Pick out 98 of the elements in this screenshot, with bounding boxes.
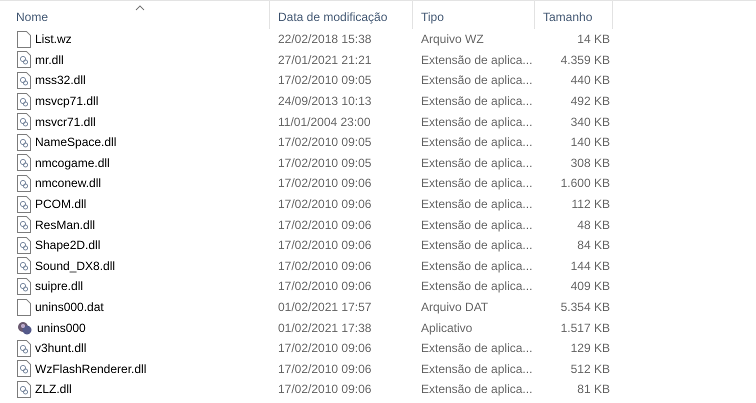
dll-file-icon (17, 380, 31, 398)
file-type: Extensão de aplica... (420, 258, 534, 273)
file-size: 48 KB (576, 218, 611, 232)
file-size: 308 KB (570, 156, 611, 170)
dll-file-icon (17, 236, 31, 254)
file-name[interactable]: ZLZ.dll (35, 382, 72, 396)
file-name[interactable]: Sound_DX8.dll (35, 258, 116, 273)
file-name[interactable]: List.wz (35, 32, 72, 46)
file-name[interactable]: unins000 (37, 320, 86, 335)
file-type: Extensão de aplica... (420, 382, 534, 396)
modified-date: 17/02/2010 09:06 (277, 341, 372, 356)
file-size: 409 KB (570, 279, 611, 294)
column-label: Data de modificação (278, 10, 388, 24)
file-name[interactable]: Shape2D.dll (35, 238, 100, 252)
file-size: 129 KB (570, 341, 611, 356)
file-size: 14 KB (576, 32, 611, 46)
column-header[interactable]: Nome (0, 1, 270, 29)
modified-date: 27/01/2021 21:21 (277, 52, 372, 67)
file-type: Extensão de aplica... (420, 114, 534, 129)
dll-file-icon (17, 174, 31, 192)
file-type: Extensão de aplica... (420, 279, 534, 294)
file-size: 81 KB (576, 382, 611, 396)
file-name[interactable]: ResMan.dll (35, 218, 96, 232)
dll-file-icon (17, 92, 31, 110)
modified-date: 17/02/2010 09:06 (277, 176, 372, 190)
file-name[interactable]: unins000.dat (35, 300, 104, 314)
column-header[interactable]: Tamanho (535, 1, 613, 29)
column-header[interactable]: Data de modificação (270, 1, 413, 29)
file-size: 140 KB (570, 135, 611, 150)
file-type: Extensão de aplica... (420, 156, 534, 170)
file-type: Arquivo DAT (420, 300, 490, 314)
dll-file-icon (17, 134, 31, 151)
modified-date: 17/02/2010 09:06 (277, 238, 372, 252)
file-size: 492 KB (570, 94, 611, 108)
file-type: Extensão de aplica... (420, 341, 534, 356)
modified-date: 17/02/2010 09:06 (277, 362, 372, 376)
dll-file-icon (17, 340, 31, 357)
file-name[interactable]: PCOM.dll (35, 197, 86, 212)
file-size: 340 KB (570, 114, 611, 129)
column-header[interactable]: Tipo (413, 1, 535, 29)
file-type: Extensão de aplica... (420, 362, 534, 376)
file-name[interactable]: WzFlashRenderer.dll (35, 362, 146, 376)
file-name[interactable]: msvcr71.dll (35, 114, 96, 129)
file-size: 1.600 KB (560, 176, 611, 190)
dll-file-icon (17, 113, 31, 130)
modified-date: 17/02/2010 09:06 (277, 218, 372, 232)
file-size: 144 KB (570, 258, 611, 273)
dll-file-icon (17, 154, 31, 172)
column-label: Tipo (421, 10, 444, 24)
file-type: Extensão de aplica... (420, 73, 534, 88)
file-type: Extensão de aplica... (420, 218, 534, 232)
modified-date: 17/02/2010 09:05 (277, 73, 372, 88)
file-type: Extensão de aplica... (420, 176, 534, 190)
file-type: Aplicativo (420, 320, 474, 335)
dll-file-icon (17, 278, 31, 295)
file-icon (17, 298, 31, 316)
file-size: 5.354 KB (560, 300, 611, 314)
file-size: 84 KB (576, 238, 611, 252)
file-name[interactable]: NameSpace.dll (35, 135, 116, 150)
column-label: Nome (16, 10, 48, 24)
file-type: Extensão de aplica... (420, 94, 534, 108)
file-name[interactable]: nmconew.dll (35, 176, 102, 190)
file-size: 112 KB (570, 197, 611, 212)
modified-date: 01/02/2021 17:38 (277, 320, 372, 335)
modified-date: 17/02/2010 09:06 (277, 382, 372, 396)
file-name[interactable]: v3hunt.dll (35, 341, 86, 356)
file-size: 512 KB (570, 362, 611, 376)
file-name[interactable]: nmcogame.dll (35, 156, 110, 170)
dll-file-icon (17, 51, 31, 68)
file-name[interactable]: mr.dll (35, 52, 64, 67)
file-size: 440 KB (570, 73, 611, 88)
file-size: 4.359 KB (560, 52, 611, 67)
file-type: Arquivo WZ (420, 32, 485, 46)
modified-date: 01/02/2021 17:57 (277, 300, 372, 314)
dll-file-icon (17, 360, 31, 378)
file-type: Extensão de aplica... (420, 238, 534, 252)
app-icon (17, 320, 33, 336)
modified-date: 24/09/2013 10:13 (277, 94, 372, 108)
modified-date: 17/02/2010 09:06 (277, 197, 372, 212)
dll-file-icon (17, 72, 31, 89)
file-name[interactable]: mss32.dll (35, 73, 86, 88)
file-size: 1.517 KB (560, 320, 611, 335)
file-type: Extensão de aplica... (420, 197, 534, 212)
modified-date: 22/02/2018 15:38 (277, 32, 372, 46)
modified-date: 11/01/2004 23:00 (277, 114, 372, 129)
modified-date: 17/02/2010 09:05 (277, 135, 372, 150)
dll-file-icon (17, 216, 31, 234)
file-icon (17, 30, 31, 48)
column-label: Tamanho (543, 10, 592, 24)
file-name[interactable]: msvcp71.dll (35, 94, 98, 108)
modified-date: 17/02/2010 09:05 (277, 156, 372, 170)
file-name[interactable]: suipre.dll (35, 279, 84, 294)
dll-file-icon (17, 196, 31, 213)
file-type: Extensão de aplica... (420, 135, 534, 150)
modified-date: 17/02/2010 09:06 (277, 258, 372, 273)
modified-date: 17/02/2010 09:06 (277, 279, 372, 294)
file-type: Extensão de aplica... (420, 52, 534, 67)
dll-file-icon (17, 257, 31, 274)
